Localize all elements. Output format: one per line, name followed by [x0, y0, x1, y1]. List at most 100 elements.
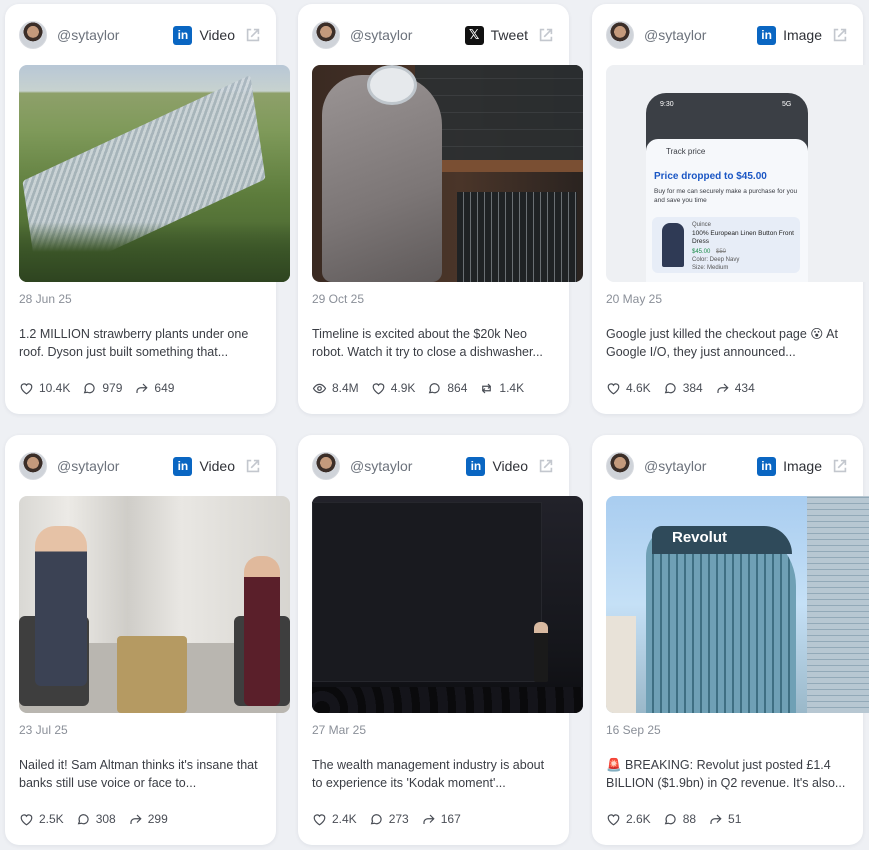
shares-stat: 167	[421, 812, 461, 827]
post-card[interactable]: @sytaylor in Video 27 Mar 25 The wealth …	[298, 435, 583, 845]
comment-icon	[664, 813, 676, 824]
side-table	[117, 636, 187, 713]
building-left	[606, 616, 636, 713]
comments-stat: 384	[663, 381, 703, 396]
avatar[interactable]	[606, 452, 634, 480]
post-text[interactable]: 1.2 MILLION strawberry plants under one …	[19, 325, 262, 361]
post-card[interactable]: @sytaylor in Image Revolut 16 Sep 25 🚨 B…	[592, 435, 869, 845]
external-link-icon[interactable]	[244, 26, 262, 44]
linkedin-icon: in	[757, 25, 777, 45]
post-date: 23 Jul 25	[19, 723, 68, 737]
share-icon	[423, 814, 435, 824]
building-right	[807, 496, 869, 713]
shares-count: 167	[440, 812, 461, 826]
x-icon: 𝕏	[464, 25, 484, 45]
robot-head	[367, 65, 417, 105]
external-link-icon[interactable]	[244, 457, 262, 475]
heart-icon	[313, 813, 326, 825]
post-card[interactable]: @sytaylor in Video 23 Jul 25 Nailed it! …	[5, 435, 290, 845]
heart-icon	[372, 382, 385, 394]
comments-stat: 308	[76, 812, 116, 827]
stage-screen	[312, 502, 542, 682]
post-stats: 2.6K 88 51	[606, 810, 849, 828]
avatar[interactable]	[312, 21, 340, 49]
external-link-icon[interactable]	[537, 26, 555, 44]
post-stats: 4.6K 384 434	[606, 379, 849, 397]
external-link-icon[interactable]	[831, 457, 849, 475]
post-image-phone[interactable]: 9:30 5G Track price Price dropped to $45…	[606, 65, 869, 282]
phone-time: 9:30	[660, 101, 674, 108]
comments-count: 273	[388, 812, 409, 826]
likes-stat: 2.4K	[312, 812, 357, 827]
heart-icon	[607, 382, 620, 394]
post-stats: 2.4K 273 167	[312, 810, 555, 828]
platform-label: Video	[492, 458, 528, 474]
likes-count: 2.4K	[332, 812, 357, 826]
comments-stat: 273	[369, 812, 409, 827]
views-count: 8.4M	[332, 381, 359, 395]
shares-stat: 649	[134, 381, 174, 396]
comments-count: 979	[102, 381, 123, 395]
post-card[interactable]: @sytaylor 𝕏 Tweet 29 Oct 25 Timeline is …	[298, 4, 583, 414]
post-image-panel[interactable]	[19, 496, 290, 713]
post-text[interactable]: Nailed it! Sam Altman thinks it's insane…	[19, 756, 262, 792]
comments-count: 88	[682, 812, 697, 826]
post-text[interactable]: 🚨 BREAKING: Revolut just posted £1.4 BIL…	[606, 756, 849, 792]
stage-speaker	[534, 622, 548, 682]
shares-stat: 51	[708, 812, 741, 827]
post-stats: 8.4M 4.9K 864 1.4K	[312, 379, 555, 397]
shares-stat: 434	[715, 381, 755, 396]
author-handle[interactable]: @sytaylor	[644, 458, 706, 474]
heart-icon	[20, 382, 33, 394]
post-card[interactable]: @sytaylor in Video 28 Jun 25 1.2 MILLION…	[5, 4, 290, 414]
heart-icon	[607, 813, 620, 825]
reposts-stat: 1.4K	[479, 381, 524, 396]
likes-stat: 4.6K	[606, 381, 651, 396]
product-size: Size: Medium	[692, 265, 729, 271]
likes-stat: 10.4K	[19, 381, 70, 396]
likes-count: 2.5K	[39, 812, 64, 826]
card-header: @sytaylor in Image	[606, 20, 849, 50]
external-link-icon[interactable]	[831, 26, 849, 44]
share-icon	[710, 814, 722, 824]
comment-icon	[84, 382, 95, 393]
author-handle[interactable]: @sytaylor	[644, 27, 706, 43]
card-header: @sytaylor in Video	[19, 451, 262, 481]
likes-count: 2.6K	[626, 812, 651, 826]
author-handle[interactable]: @sytaylor	[57, 27, 119, 43]
linkedin-icon: in	[466, 456, 486, 476]
post-text[interactable]: Timeline is excited about the $20k Neo r…	[312, 325, 555, 361]
linkedin-icon: in	[173, 456, 193, 476]
price-headline: Price dropped to $45.00	[654, 171, 767, 182]
linkedin-icon: in	[757, 456, 777, 476]
shares-count: 299	[147, 812, 168, 826]
shares-count: 649	[154, 381, 175, 395]
likes-count: 10.4K	[39, 381, 71, 395]
post-image-robot[interactable]	[312, 65, 583, 282]
revolut-tower	[646, 526, 796, 713]
author-handle[interactable]: @sytaylor	[57, 458, 119, 474]
post-card[interactable]: @sytaylor in Image 9:30 5G Track price P…	[592, 4, 869, 414]
external-link-icon[interactable]	[537, 457, 555, 475]
post-image-stage[interactable]	[312, 496, 583, 713]
avatar[interactable]	[606, 21, 634, 49]
price-old: $50	[716, 249, 727, 255]
post-date: 27 Mar 25	[312, 723, 367, 737]
avatar[interactable]	[19, 21, 47, 49]
avatar[interactable]	[312, 452, 340, 480]
shares-count: 434	[734, 381, 755, 395]
comments-stat: 864	[427, 381, 467, 396]
eye-icon	[312, 383, 327, 393]
post-date: 16 Sep 25	[606, 723, 661, 737]
post-text[interactable]: Google just killed the checkout page 😮 A…	[606, 325, 849, 361]
platform-label: Tweet	[490, 27, 528, 43]
post-image-building[interactable]: Revolut	[606, 496, 869, 713]
avatar[interactable]	[19, 452, 47, 480]
dress-image	[662, 223, 684, 267]
robot-body	[322, 75, 442, 282]
post-text[interactable]: The wealth management industry is about …	[312, 756, 555, 792]
post-image-greenhouse[interactable]	[19, 65, 290, 282]
platform-label: Video	[199, 458, 235, 474]
author-handle[interactable]: @sytaylor	[350, 458, 412, 474]
author-handle[interactable]: @sytaylor	[350, 27, 412, 43]
